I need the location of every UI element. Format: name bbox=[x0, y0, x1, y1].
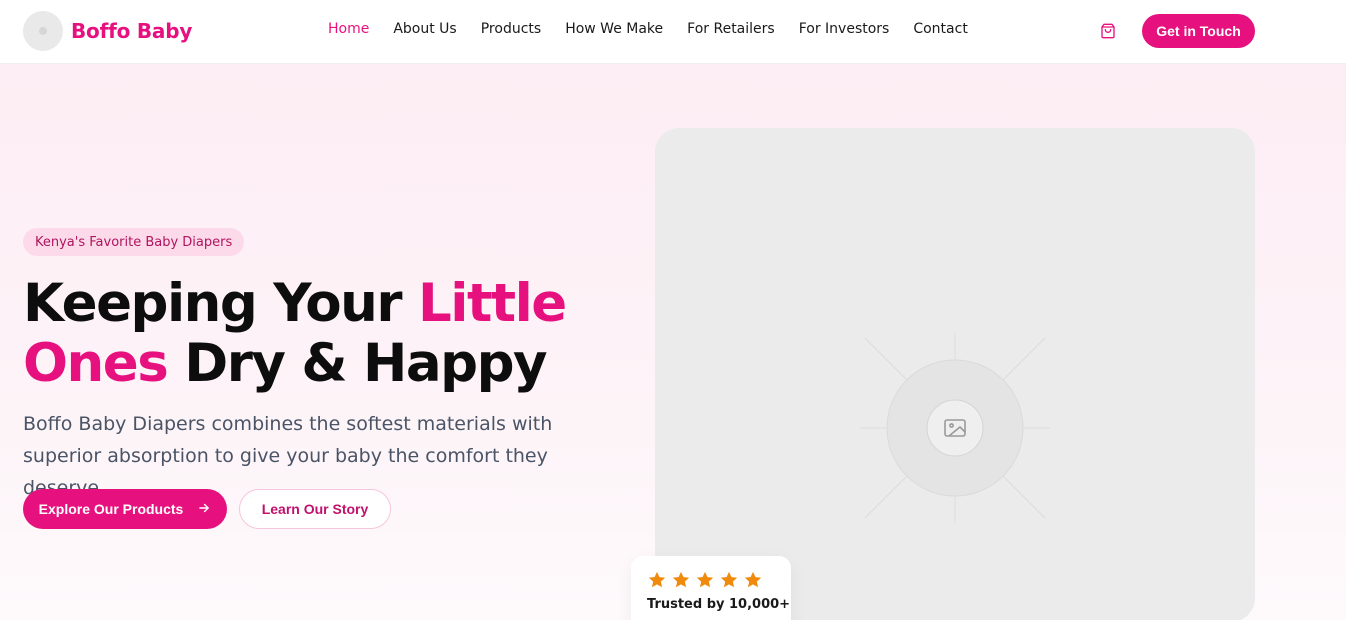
nav-item-for-investors[interactable]: For Investors bbox=[799, 21, 890, 37]
brand-logo[interactable]: Boffo Baby bbox=[23, 11, 192, 51]
site-header: Boffo Baby Home About Us Products How We… bbox=[0, 0, 1346, 64]
arrow-right-icon bbox=[197, 501, 211, 518]
main-nav: Home About Us Products How We Make For R… bbox=[328, 21, 968, 37]
brand-name: Boffo Baby bbox=[71, 19, 193, 43]
nav-item-for-retailers[interactable]: For Retailers bbox=[687, 21, 775, 37]
nav-item-about-us[interactable]: About Us bbox=[393, 21, 456, 37]
get-in-touch-button[interactable]: Get in Touch bbox=[1142, 14, 1255, 48]
hero-headline: Keeping Your Little Ones Dry & Happy bbox=[23, 274, 623, 394]
trust-text: Trusted by 10,000+ bbox=[647, 597, 791, 612]
headline-highlight-2: Ones bbox=[23, 333, 169, 394]
nav-item-contact[interactable]: Contact bbox=[913, 21, 967, 37]
hero-image-placeholder bbox=[655, 128, 1255, 620]
headline-highlight-1: Little bbox=[418, 273, 567, 334]
star-icon bbox=[647, 570, 667, 594]
hero-section: Kenya's Favorite Baby Diapers Keeping Yo… bbox=[0, 64, 1346, 620]
star-icon bbox=[695, 570, 715, 594]
nav-item-products[interactable]: Products bbox=[481, 21, 541, 37]
logo-mark-icon bbox=[23, 11, 63, 51]
star-rating bbox=[647, 570, 763, 594]
star-icon bbox=[719, 570, 739, 594]
nav-item-how-we-make[interactable]: How We Make bbox=[565, 21, 663, 37]
explore-products-label: Explore Our Products bbox=[38, 501, 184, 517]
headline-part-1: Keeping Your bbox=[23, 273, 419, 334]
learn-our-story-button[interactable]: Learn Our Story bbox=[239, 489, 391, 529]
shopping-bag-icon[interactable] bbox=[1097, 20, 1119, 42]
star-icon bbox=[671, 570, 691, 594]
headline-part-2: Dry & Happy bbox=[167, 333, 547, 394]
image-placeholder-graphic bbox=[860, 333, 1050, 523]
hero-badge: Kenya's Favorite Baby Diapers bbox=[23, 228, 245, 256]
star-icon bbox=[743, 570, 763, 594]
trust-card: Trusted by 10,000+ bbox=[631, 556, 791, 620]
nav-item-home[interactable]: Home bbox=[328, 21, 369, 37]
explore-products-button[interactable]: Explore Our Products bbox=[23, 489, 227, 529]
